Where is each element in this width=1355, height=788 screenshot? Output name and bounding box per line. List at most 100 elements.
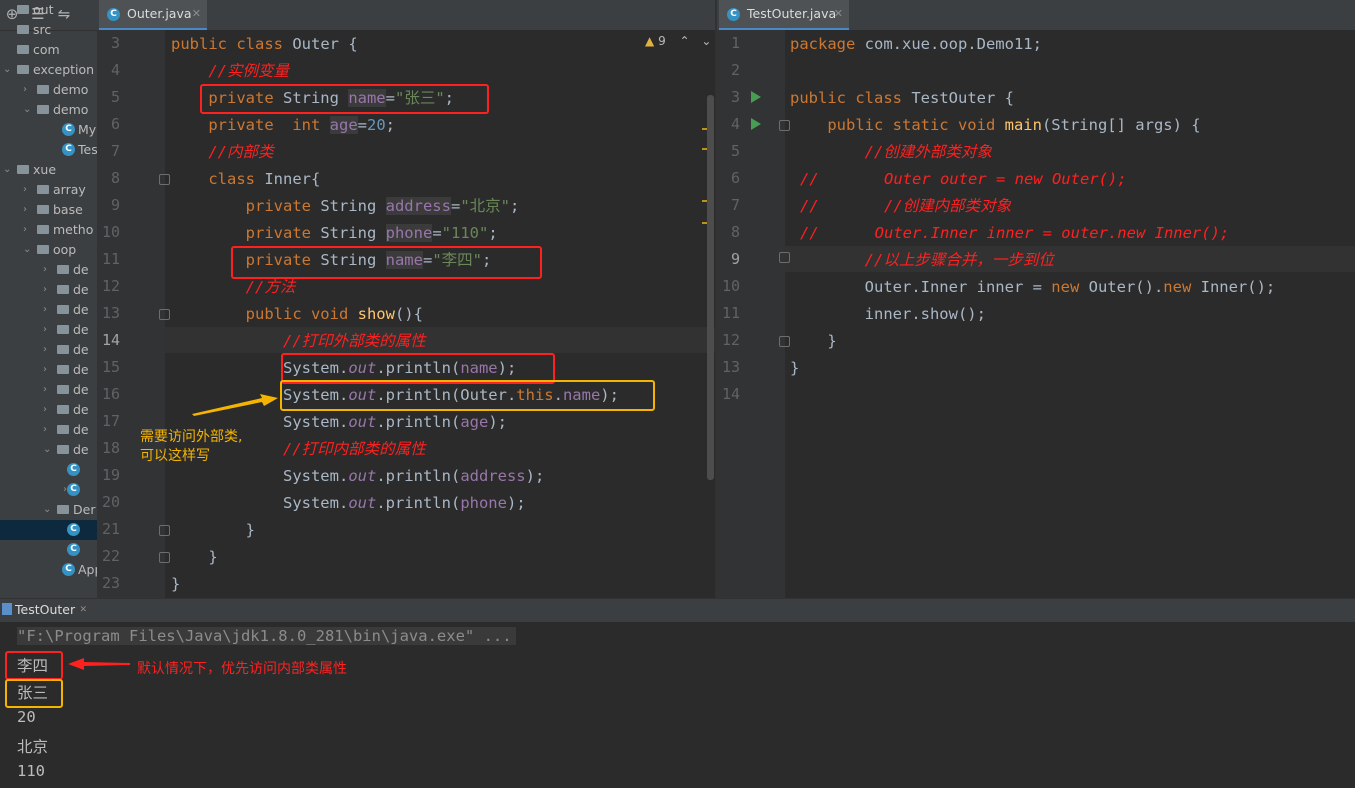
tree-item[interactable]: src [0,20,97,40]
fold-marker-icon[interactable] [779,120,790,131]
fold-marker-icon[interactable] [779,336,790,347]
chevron-right-icon[interactable]: › [43,380,53,400]
chevron-down-icon[interactable]: ⌄ [23,240,33,260]
tree-item[interactable]: › base [0,200,97,220]
chevron-right-icon[interactable]: › [43,360,53,380]
fold-marker-icon[interactable] [159,309,170,320]
folder-icon [57,425,69,434]
code-line: //方法 [245,278,296,296]
java-class-icon: C [727,8,740,21]
java-class-icon: C [62,143,75,156]
run-config-icon [2,603,12,615]
run-icon[interactable] [751,118,761,130]
tree-item[interactable]: › de [0,400,97,420]
chevron-right-icon[interactable]: › [43,400,53,420]
close-tab-icon[interactable]: ✕ [192,0,201,28]
java-class-icon: C [67,523,80,536]
code-line: Outer.Inner inner = new Outer().new Inne… [790,278,1276,296]
tree-item[interactable]: ⌄ de [0,440,97,460]
tree-item[interactable]: ⌄ Der [0,500,97,520]
tree-item[interactable]: ⌄ exception [0,60,97,80]
fold-marker-icon[interactable] [159,552,170,563]
line-number: 22 [101,547,120,565]
tree-item[interactable]: › de [0,420,97,440]
tree-item[interactable]: › de [0,300,97,320]
tab-testouter-run[interactable]: TestOuter [15,602,75,617]
folder-icon [57,505,69,514]
java-class-icon: C [62,123,75,136]
chevron-right-icon[interactable]: › [43,280,53,300]
tree-item[interactable]: C [0,460,97,480]
folder-icon [57,365,69,374]
chevron-down-icon[interactable]: ⌄ [23,100,33,120]
line-number: 10 [101,223,120,241]
fold-marker-icon[interactable] [159,525,170,536]
console-output[interactable]: "F:\Program Files\Java\jdk1.8.0_281\bin\… [0,622,1355,788]
chevron-right-icon[interactable]: › [23,220,33,240]
folder-icon [37,85,49,94]
tree-item[interactable]: ⌄ demo [0,100,97,120]
highlight-box-output-zhangsan [5,679,63,708]
tree-item[interactable]: CApp [0,560,97,580]
chevron-down-icon[interactable]: ⌄ [43,440,53,460]
tree-item[interactable]: ⌄ oop [0,240,97,260]
tab-outer-java[interactable]: C Outer.java ✕ [99,0,207,31]
tree-item[interactable]: out [0,0,97,20]
tree-item-label: out [33,2,54,17]
tree-item[interactable]: › de [0,280,97,300]
console-line: 北京 [17,738,49,756]
tree-item[interactable]: › array [0,180,97,200]
line-number: 12 [101,277,120,295]
tree-item[interactable]: › demo [0,80,97,100]
run-icon[interactable] [751,91,761,103]
inspection-widget[interactable]: ▲ 9 ⌃ ⌄ [645,34,711,48]
chevron-up-icon[interactable]: ⌃ [680,34,690,48]
chevron-right-icon[interactable]: › [43,260,53,280]
code-line: //内部类 [208,143,274,161]
fold-marker-icon[interactable] [779,252,790,263]
close-tab-icon[interactable]: ✕ [834,0,843,28]
chevron-right-icon[interactable]: › [43,420,53,440]
tree-item[interactable]: C Tes [0,140,97,160]
tree-item[interactable]: › metho [0,220,97,240]
tree-item[interactable]: com [0,40,97,60]
code-line: //实例变量 [208,62,289,80]
fold-marker-icon[interactable] [159,174,170,185]
line-number: 11 [101,250,120,268]
tree-item[interactable]: › de [0,340,97,360]
tab-testouter-java[interactable]: C TestOuter.java ✕ [719,0,849,31]
arrow-icon [68,658,130,670]
chevron-right-icon[interactable]: › [23,80,33,100]
tree-item[interactable]: C My [0,120,97,140]
code-line: } [171,521,255,539]
chevron-right-icon[interactable]: › [43,300,53,320]
java-class-icon: C [62,563,75,576]
tree-item[interactable]: ⌄ xue [0,160,97,180]
tree-item[interactable]: › C [0,480,97,500]
chevron-down-icon[interactable]: ⌄ [3,60,13,80]
chevron-right-icon[interactable]: › [43,320,53,340]
folder-icon [57,405,69,414]
line-number: 2 [730,61,740,79]
chevron-right-icon[interactable]: › [43,340,53,360]
line-number: 10 [721,277,740,295]
code-line: private String phone="110"; [245,224,498,242]
code-line: public class Outer { [171,35,358,53]
tree-item[interactable]: › de [0,380,97,400]
tree-item[interactable]: C [0,540,97,560]
folder-icon [17,65,29,74]
tree-item[interactable]: › de [0,320,97,340]
tree-item[interactable]: › de [0,260,97,280]
code-line: System.out.println(phone); [171,494,526,512]
chevron-down-icon[interactable]: ⌄ [3,160,13,180]
folder-icon [57,385,69,394]
chevron-down-icon[interactable]: ⌄ [43,500,53,520]
tree-item[interactable]: C [0,520,97,540]
chevron-right-icon[interactable]: › [23,180,33,200]
chevron-right-icon[interactable]: › [23,200,33,220]
folder-icon [57,265,69,274]
close-tab-icon[interactable]: ✕ [80,602,87,615]
java-class-icon: C [67,543,80,556]
code-line: } [790,332,837,350]
tree-item[interactable]: › de [0,360,97,380]
